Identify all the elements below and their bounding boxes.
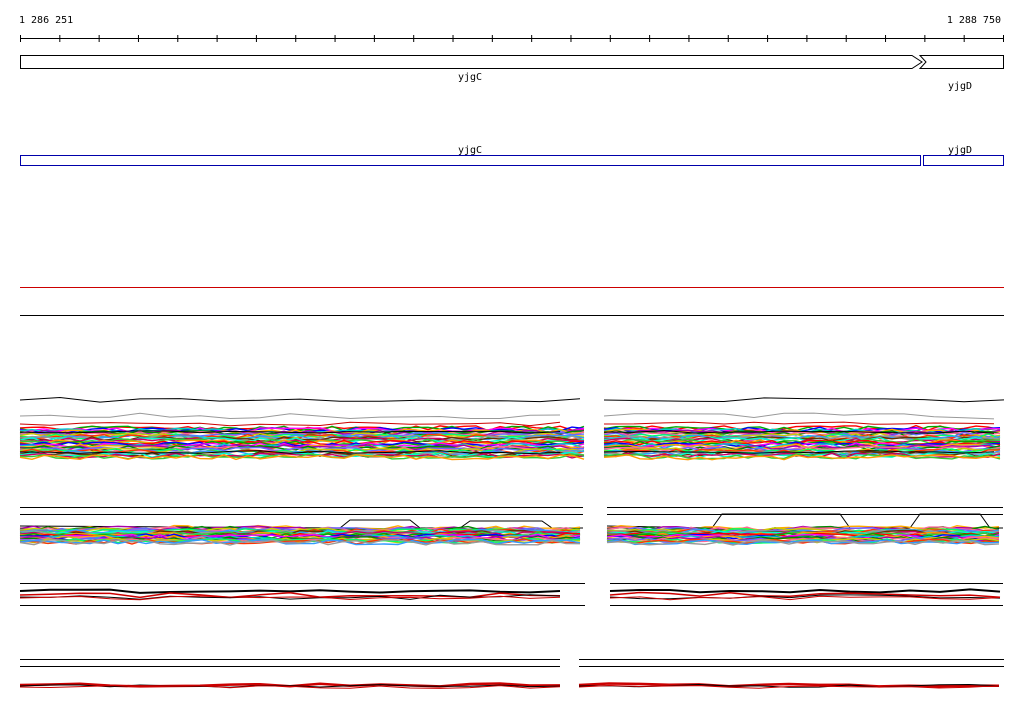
transcript-label-yjgD: yjgD [948,145,972,156]
expression-series [603,421,995,425]
gene-arrow-yjgC[interactable] [20,55,923,69]
coordinate-ruler: 1 286 251 1 288 750 [19,15,1004,42]
gene-label-yjgD: yjgD [948,81,972,92]
expression-series [603,412,995,420]
expression-series [609,588,1001,594]
transcript-box-yjgD[interactable] [923,155,1004,166]
transcript-box-yjgC[interactable] [20,155,921,166]
expression-series [606,513,1003,529]
expression-series [603,397,1005,403]
expression-series [19,421,561,427]
ruler-end-label: 1 288 750 [947,15,1001,26]
expression-panels [19,396,1005,689]
ruler-start-label: 1 286 251 [19,15,73,26]
transcript-label-yjgC: yjgC [458,145,482,156]
gene-arrow-yjgD[interactable] [918,55,1004,69]
gene-label-yjgC: yjgC [458,72,482,83]
expression-series [19,396,581,403]
gene-track: yjgC yjgD [20,55,1004,92]
expression-series [19,412,561,420]
genome-browser-canvas: 1 286 251 1 288 750 yjgC yjgD yjgC yjgD [19,15,1005,689]
transcript-track: yjgC yjgD [20,145,1004,166]
